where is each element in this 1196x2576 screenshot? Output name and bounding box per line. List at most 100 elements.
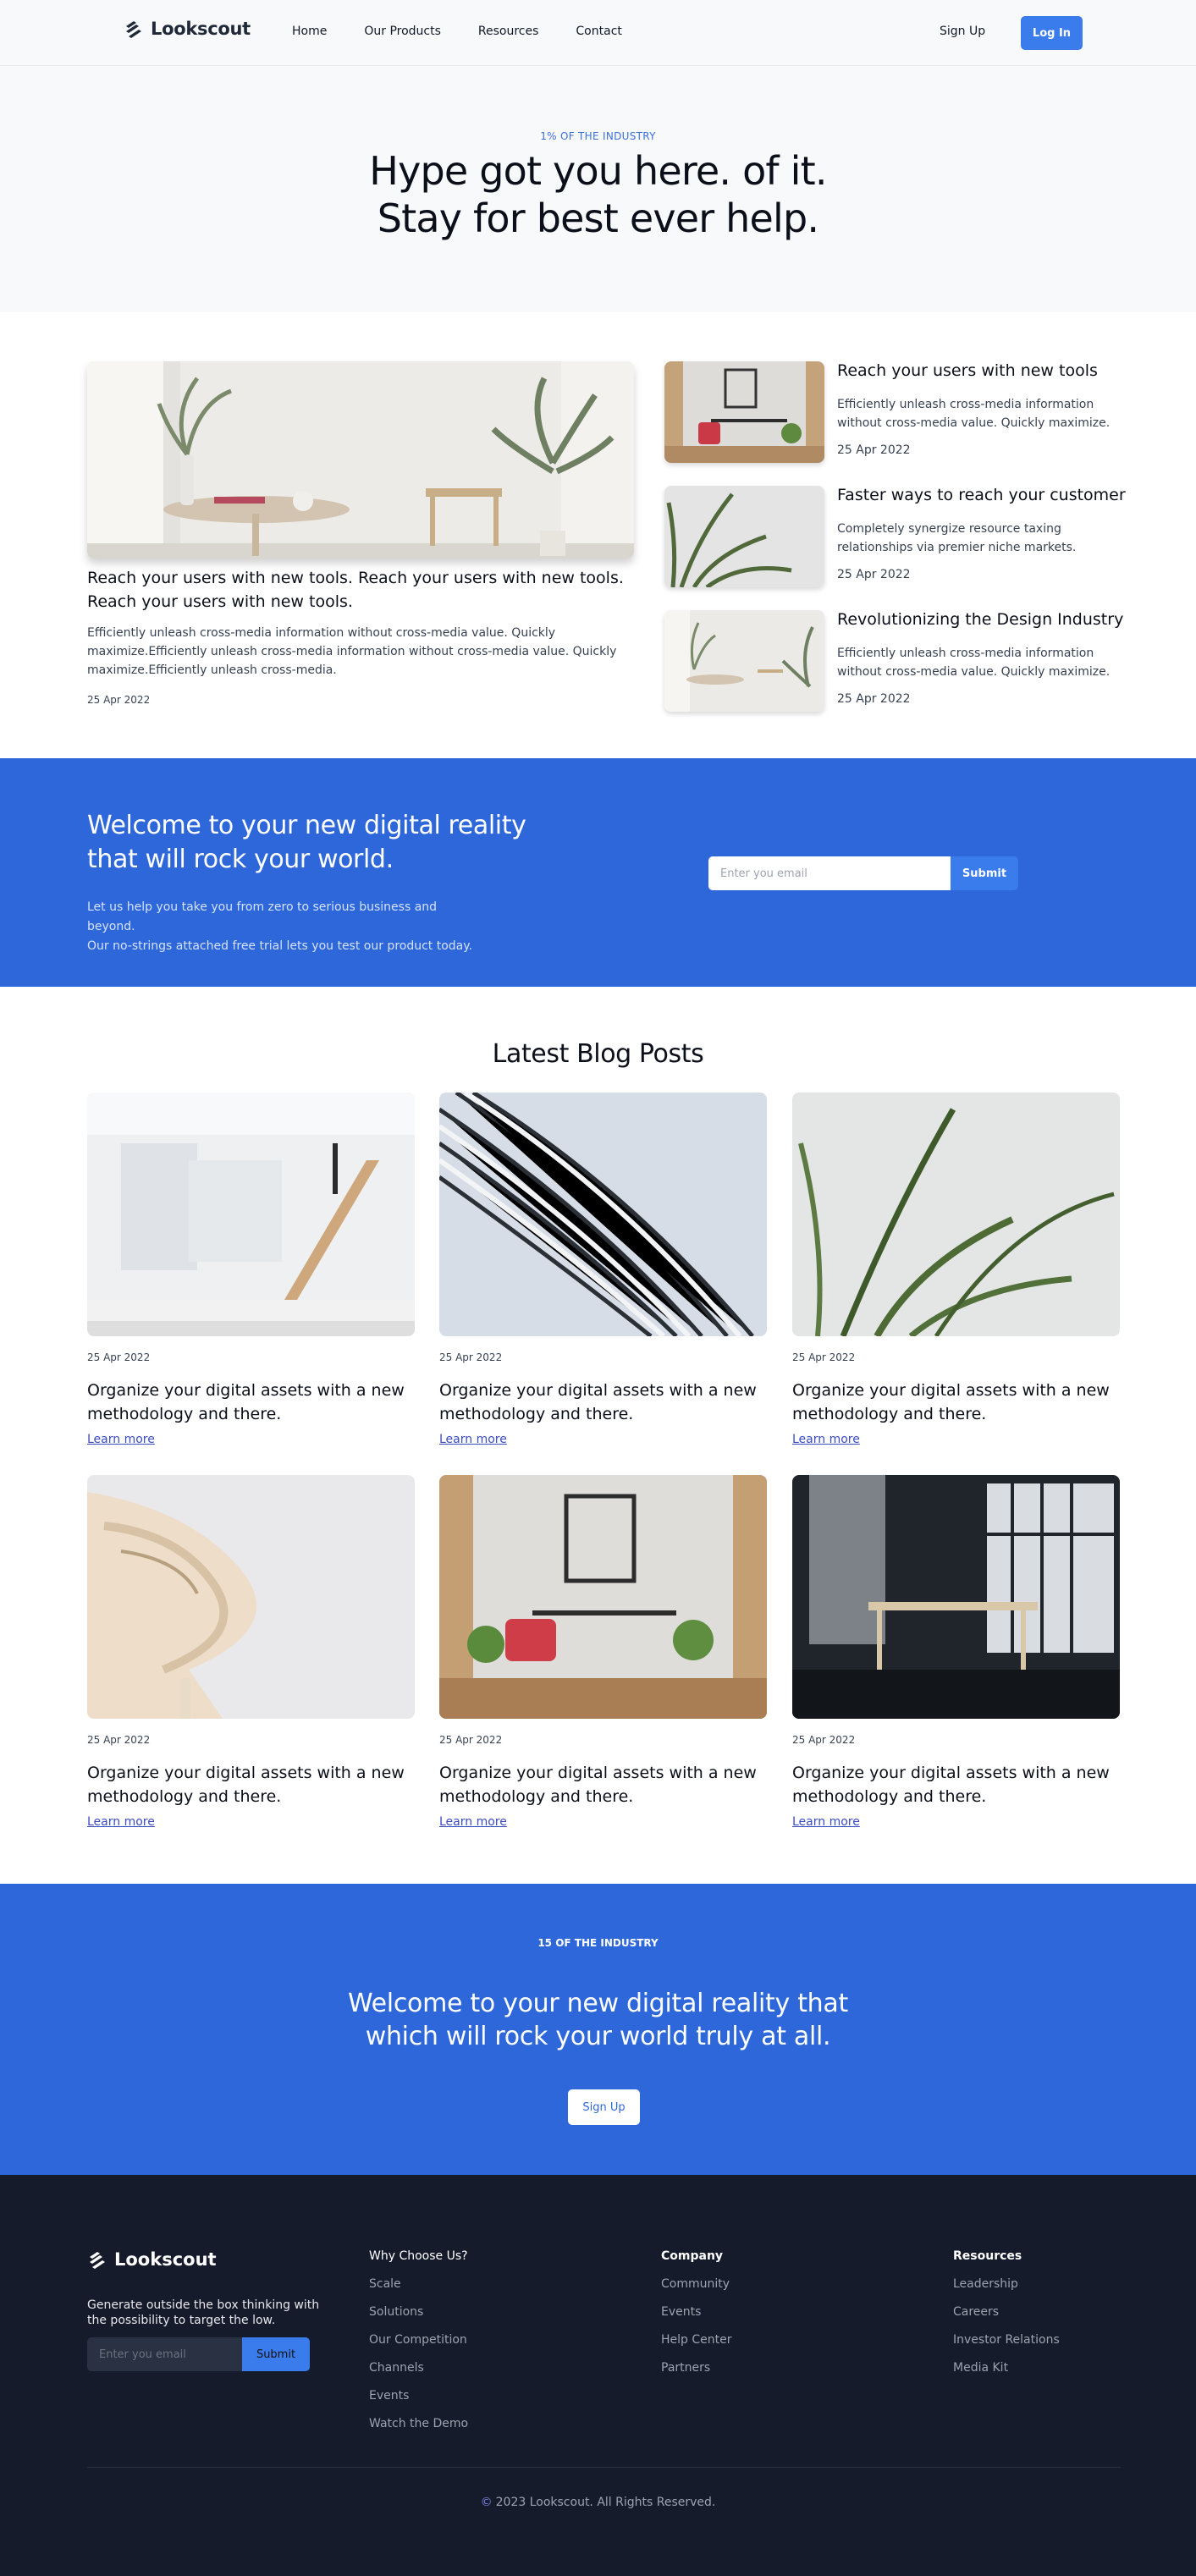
footer: Lookscout Generate outside the box think…	[0, 2175, 1196, 2576]
blog-card[interactable]: 25 Apr 2022 Organize your digital assets…	[792, 1475, 1120, 1829]
side-item-thumbnail	[664, 610, 824, 712]
hero-eyebrow: 1% OF THE INDUSTRY	[540, 130, 656, 142]
cta2-eyebrow: 15 OF THE INDUSTRY	[537, 1937, 659, 1949]
blog-card-learn-more-link[interactable]: Learn more	[439, 1433, 507, 1446]
footer-tagline: Generate outside the box thinking with t…	[87, 2298, 320, 2327]
hero-title-line2: Stay for best ever help.	[377, 195, 819, 241]
nav-link-resources[interactable]: Resources	[478, 25, 539, 38]
footer-column-resources: Resources Leadership Careers Investor Re…	[953, 2249, 1060, 2375]
nav-link-home[interactable]: Home	[292, 25, 327, 38]
blog-card-date: 25 Apr 2022	[792, 1351, 856, 1363]
blog-card-date: 25 Apr 2022	[439, 1734, 503, 1746]
footer-link[interactable]: Events	[369, 2389, 468, 2403]
side-item-description: Efficiently unleash cross-media informat…	[837, 647, 1111, 679]
footer-column-company: Company Community Events Help Center Par…	[661, 2249, 732, 2375]
blog-card-learn-more-link[interactable]: Learn more	[439, 1815, 507, 1829]
featured-main-image[interactable]	[87, 361, 634, 559]
footer-column-heading: Company	[661, 2249, 724, 2263]
brand-name: Lookscout	[151, 19, 251, 39]
footer-column-why-choose-us: Why Choose Us? Scale Solutions Our Compe…	[369, 2249, 468, 2430]
side-item-date: 25 Apr 2022	[837, 568, 911, 581]
featured-main-title[interactable]: Reach your users with new tools. Reach y…	[87, 566, 634, 614]
blog-card-learn-more-link[interactable]: Learn more	[792, 1815, 860, 1829]
blog-card-date: 25 Apr 2022	[792, 1734, 856, 1746]
footer-divider	[87, 2467, 1121, 2468]
side-item-description: Efficiently unleash cross-media informat…	[837, 398, 1111, 430]
blog-card[interactable]: 25 Apr 2022 Organize your digital assets…	[439, 1475, 767, 1829]
blog-card-image	[87, 1475, 415, 1719]
side-item-title[interactable]: Revolutionizing the Design Industry	[837, 610, 1123, 629]
footer-link[interactable]: Our Competition	[369, 2333, 468, 2347]
footer-link[interactable]: Careers	[953, 2305, 1060, 2319]
hero-title: Hype got you here. of it. Stay for best …	[0, 147, 1196, 242]
blog-card[interactable]: 25 Apr 2022 Organize your digital assets…	[87, 1093, 415, 1446]
blog-card-title[interactable]: Organize your digital assets with a new …	[87, 1379, 415, 1426]
blog-card[interactable]: 25 Apr 2022 Organize your digital assets…	[87, 1475, 415, 1829]
featured-main-date: 25 Apr 2022	[87, 694, 151, 706]
footer-link[interactable]: Solutions	[369, 2305, 468, 2319]
cta-title: Welcome to your new digital reality that…	[87, 811, 526, 874]
blog-card[interactable]: 25 Apr 2022 Organize your digital assets…	[792, 1093, 1120, 1446]
blog-card-image	[792, 1475, 1120, 1719]
blog-card-date: 25 Apr 2022	[87, 1351, 151, 1363]
copyright: © 2023 Lookscout. All Rights Reserved.	[0, 2496, 1196, 2509]
footer-link[interactable]: Community	[661, 2277, 732, 2291]
blog-card-learn-more-link[interactable]: Learn more	[87, 1433, 155, 1446]
cta-signup-form: Submit	[708, 856, 1018, 890]
top-nav: Lookscout Home Our Products Resources Co…	[0, 0, 1196, 66]
featured-side-item[interactable]: Faster ways to reach your customer Compl…	[664, 486, 1126, 587]
cta-text-line2: Our no-strings attached free trial lets …	[87, 939, 472, 953]
side-item-date: 25 Apr 2022	[837, 443, 911, 457]
featured-main-description: Efficiently unleash cross-media informat…	[87, 626, 617, 677]
cta2-title-line1: Welcome to your new digital reality that	[348, 1989, 848, 2018]
footer-link[interactable]: Watch the Demo	[369, 2417, 468, 2430]
newsletter-cta: Welcome to your new digital reality that…	[0, 758, 1196, 987]
blog-card-learn-more-link[interactable]: Learn more	[87, 1815, 155, 1829]
footer-link[interactable]: Partners	[661, 2361, 732, 2375]
blog-card-title[interactable]: Organize your digital assets with a new …	[439, 1761, 767, 1808]
side-item-description: Completely synergize resource taxing rel…	[837, 522, 1077, 554]
signup-cta: 15 OF THE INDUSTRY Welcome to your new d…	[0, 1884, 1196, 2175]
side-item-thumbnail	[664, 486, 824, 587]
blog-card-image	[439, 1475, 767, 1719]
footer-link[interactable]: Events	[661, 2305, 732, 2319]
footer-link[interactable]: Help Center	[661, 2333, 732, 2347]
blog-card[interactable]: 25 Apr 2022 Organize your digital assets…	[439, 1093, 767, 1446]
blog-card-image	[792, 1093, 1120, 1336]
nav-link-contact[interactable]: Contact	[576, 25, 621, 38]
cta-email-input[interactable]	[708, 856, 951, 890]
hero-section: 1% OF THE INDUSTRY Hype got you here. of…	[0, 66, 1196, 312]
blog-card-title[interactable]: Organize your digital assets with a new …	[87, 1761, 415, 1808]
blog-card-title[interactable]: Organize your digital assets with a new …	[439, 1379, 767, 1426]
blog-card-title[interactable]: Organize your digital assets with a new …	[792, 1761, 1120, 1808]
footer-email-input[interactable]	[87, 2337, 242, 2371]
blog-card-image	[439, 1093, 767, 1336]
cta2-title-line2: which will rock your world truly at all.	[365, 2022, 831, 2051]
logo[interactable]: Lookscout	[124, 19, 251, 39]
featured-side-item[interactable]: Reach your users with new tools Efficien…	[664, 361, 1122, 463]
nav-links: Home Our Products Resources Contact	[292, 25, 622, 38]
footer-link[interactable]: Media Kit	[953, 2361, 1060, 2375]
footer-signup-form: Submit	[87, 2337, 310, 2371]
footer-link[interactable]: Channels	[369, 2361, 468, 2375]
footer-logo[interactable]: Lookscout	[87, 2249, 217, 2270]
copyright-icon: ©	[480, 2496, 493, 2509]
cta2-signup-button[interactable]: Sign Up	[568, 2089, 640, 2125]
footer-link[interactable]: Leadership	[953, 2277, 1060, 2291]
login-button[interactable]: Log In	[1021, 16, 1083, 50]
featured-side-item[interactable]: Revolutionizing the Design Industry Effi…	[664, 610, 1123, 712]
nav-link-our-products[interactable]: Our Products	[364, 25, 441, 38]
nav-signup-link[interactable]: Sign Up	[940, 25, 985, 38]
footer-link[interactable]: Scale	[369, 2277, 468, 2291]
footer-brand-name: Lookscout	[114, 2249, 217, 2270]
blog-card-date: 25 Apr 2022	[87, 1734, 151, 1746]
lookscout-logo-icon	[126, 21, 141, 38]
side-item-title[interactable]: Reach your users with new tools	[837, 361, 1098, 380]
blog-card-learn-more-link[interactable]: Learn more	[792, 1433, 860, 1446]
footer-link[interactable]: Investor Relations	[953, 2333, 1060, 2347]
blog-card-title[interactable]: Organize your digital assets with a new …	[792, 1379, 1120, 1426]
side-item-title[interactable]: Faster ways to reach your customer	[837, 486, 1126, 504]
cta2-title: Welcome to your new digital reality that…	[0, 1987, 1196, 2053]
cta-submit-button[interactable]: Submit	[951, 856, 1018, 890]
footer-submit-button[interactable]: Submit	[242, 2337, 310, 2371]
